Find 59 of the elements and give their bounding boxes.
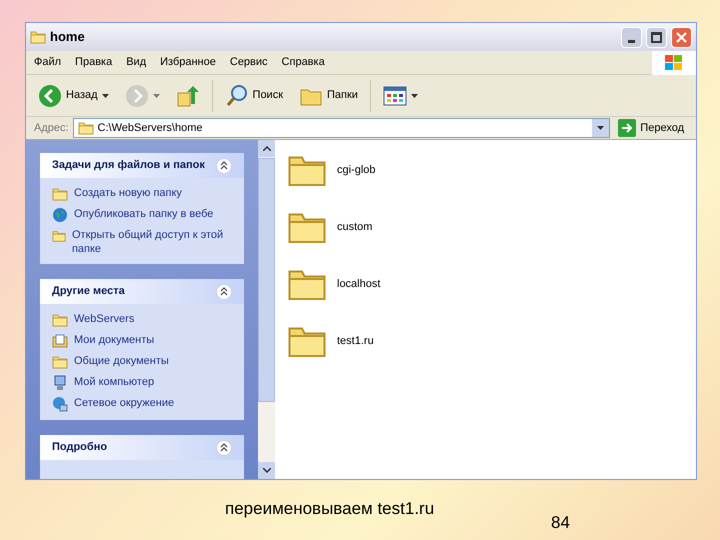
close-icon xyxy=(676,32,687,42)
folder-name[interactable]: localhost xyxy=(337,276,380,292)
caret-icon xyxy=(410,94,418,98)
globe-icon xyxy=(52,207,68,223)
collapse-chevron-icon[interactable] xyxy=(216,440,232,456)
folder-name[interactable]: custom xyxy=(337,218,372,236)
task-link[interactable]: Сетевое окружение xyxy=(74,396,174,410)
network-icon xyxy=(52,396,68,412)
slide-caption: переименовываем test1.ru xyxy=(225,498,434,520)
up-chevron-icon xyxy=(262,146,270,151)
minimize-icon xyxy=(628,40,635,42)
caret-icon xyxy=(597,126,604,130)
task-link[interactable]: Открыть общий доступ к этой папке xyxy=(72,228,232,256)
panel-title[interactable]: Подробно xyxy=(52,439,108,456)
address-label: Адрес: xyxy=(34,120,69,136)
menu-item[interactable]: Избранное xyxy=(160,54,216,71)
folder-icon xyxy=(30,29,46,45)
folder-icon xyxy=(78,120,94,136)
task-link[interactable]: Мой компьютер xyxy=(74,375,154,389)
back-button[interactable]: Назад xyxy=(34,78,113,112)
computer-icon xyxy=(52,375,68,391)
menu-item[interactable]: Файл xyxy=(34,54,62,71)
maximize-icon xyxy=(651,32,662,42)
caret-icon xyxy=(102,94,109,98)
folders-button[interactable]: Папки xyxy=(295,78,362,112)
down-chevron-icon xyxy=(262,468,270,473)
scroll-down-button[interactable] xyxy=(258,462,275,479)
folder-icon xyxy=(52,354,68,370)
views-grid-icon xyxy=(382,86,407,106)
task-link[interactable]: WebServers xyxy=(74,312,134,326)
address-field[interactable]: C:\WebServers\home xyxy=(72,118,610,138)
task-link[interactable]: Создать новую папку xyxy=(74,186,182,200)
search-icon xyxy=(224,84,249,108)
minimize-button[interactable] xyxy=(621,26,642,48)
go-button[interactable]: Переход xyxy=(614,119,688,137)
scrollbar[interactable] xyxy=(258,140,275,479)
window-title: home xyxy=(50,28,86,46)
task-link[interactable]: Общие документы xyxy=(74,354,169,368)
up-folder-icon xyxy=(176,84,200,108)
collapse-chevron-icon[interactable] xyxy=(216,158,232,174)
folder-name[interactable]: cgi-glob xyxy=(337,162,376,178)
menu-item[interactable]: Вид xyxy=(126,54,146,71)
caret-icon xyxy=(152,94,160,98)
task-link[interactable]: Опубликовать папку в вебе xyxy=(74,207,214,221)
scroll-up-button[interactable] xyxy=(258,140,275,157)
maximize-button[interactable] xyxy=(646,26,667,48)
folder-icon xyxy=(52,312,68,328)
flag-logo-icon xyxy=(664,54,684,72)
menu-item[interactable]: Правка xyxy=(75,54,112,71)
documents-icon xyxy=(52,333,68,349)
scroll-thumb[interactable] xyxy=(258,158,275,402)
task-link[interactable]: Мои документы xyxy=(74,333,154,347)
menu-item[interactable]: Справка xyxy=(282,54,325,71)
collapse-chevron-icon[interactable] xyxy=(216,284,232,300)
search-button[interactable]: Поиск xyxy=(220,78,288,112)
new-folder-icon xyxy=(52,186,68,202)
folder-name[interactable]: test1.ru xyxy=(337,332,374,350)
page-number: 84 xyxy=(551,512,570,534)
menu-item[interactable]: Сервис xyxy=(230,54,268,71)
